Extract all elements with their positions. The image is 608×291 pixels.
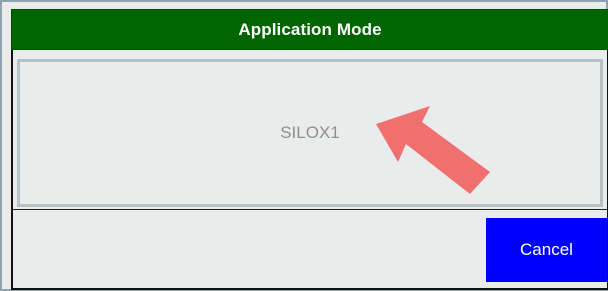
mode-option-label: SILOX1 xyxy=(280,123,340,142)
mode-option-silox1[interactable]: SILOX1 xyxy=(17,59,603,207)
application-mode-dialog: Application Mode SILOX1 Cancel xyxy=(11,9,608,290)
arrow-pointer-icon xyxy=(376,106,490,194)
cancel-button[interactable]: Cancel xyxy=(486,218,607,282)
screen-frame: Application Mode SILOX1 Cancel xyxy=(0,0,608,291)
dialog-title: Application Mode xyxy=(238,19,382,39)
dialog-footer: Cancel xyxy=(11,209,608,290)
dialog-title-bar: Application Mode xyxy=(11,9,608,50)
dialog-content: SILOX1 xyxy=(11,50,608,216)
